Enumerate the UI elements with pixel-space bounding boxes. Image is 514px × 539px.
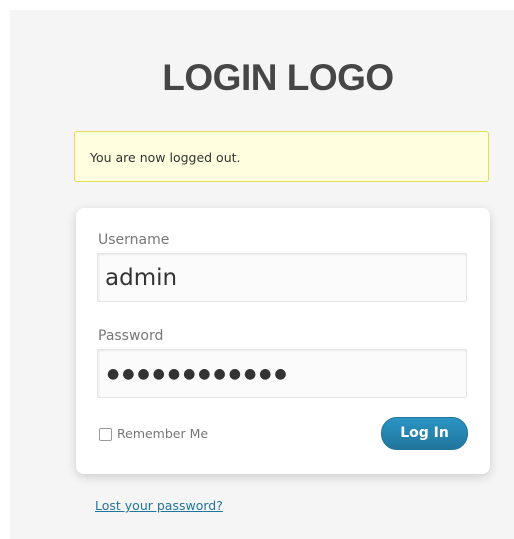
login-page: LOGIN LOGO You are now logged out. Usern…: [0, 0, 514, 539]
password-input[interactable]: [97, 349, 467, 398]
password-label: Password: [98, 328, 164, 344]
logged-out-message: You are now logged out.: [74, 131, 489, 182]
login-panel: LOGIN LOGO You are now logged out. Usern…: [10, 10, 514, 539]
login-form: Username Password Remember Me Log In: [76, 208, 490, 474]
remember-me-label[interactable]: Remember Me: [117, 426, 208, 442]
username-label: Username: [98, 232, 170, 248]
remember-me[interactable]: Remember Me: [99, 426, 208, 442]
lost-password-link[interactable]: Lost your password?: [95, 498, 223, 514]
username-input[interactable]: [97, 253, 467, 302]
login-logo[interactable]: LOGIN LOGO: [10, 56, 514, 100]
login-button[interactable]: Log In: [381, 417, 468, 450]
remember-me-checkbox[interactable]: [99, 427, 112, 441]
